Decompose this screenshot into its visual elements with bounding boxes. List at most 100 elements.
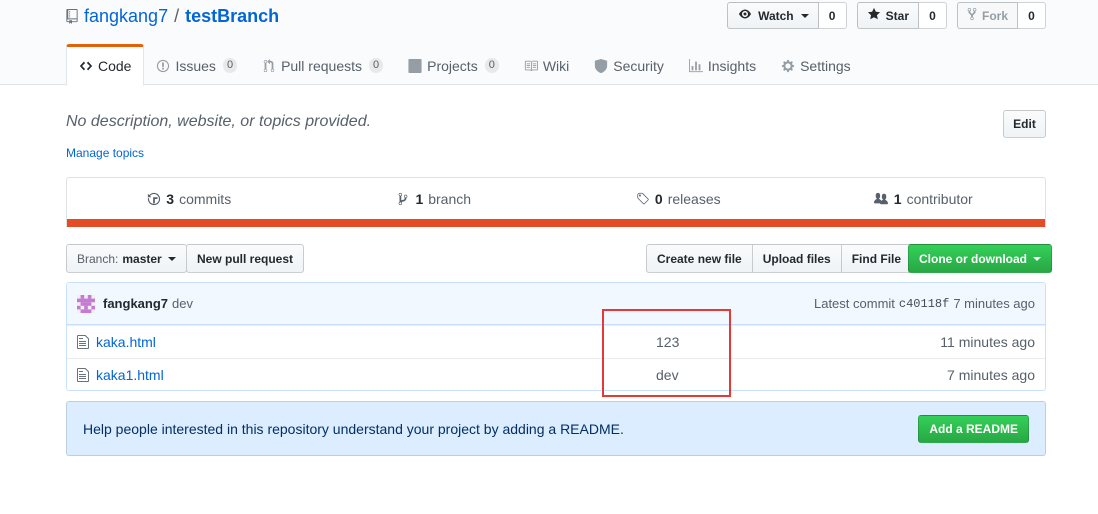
find-file-button[interactable]: Find File (840, 244, 913, 273)
tab-pull-requests[interactable]: Pull requests 0 (249, 44, 396, 85)
releases-count: 0 (654, 191, 663, 207)
new-pull-request-button[interactable]: New pull request (186, 244, 305, 273)
branch-select-button[interactable]: Branch: master (66, 244, 187, 273)
repo-name-link[interactable]: testBranch (185, 6, 279, 27)
eye-icon (737, 8, 753, 23)
add-readme-button[interactable]: Add a README (918, 414, 1029, 443)
tab-projects-label: Projects (427, 57, 478, 74)
commits-label: commits (179, 191, 232, 207)
language-bar[interactable] (67, 219, 1045, 227)
file-commit-message-link[interactable]: dev (656, 367, 679, 383)
tab-insights-label: Insights (707, 57, 757, 74)
graph-icon (688, 58, 703, 73)
contributors-link[interactable]: 1 contributor (801, 178, 1046, 220)
file-actions-group: Create new file Upload files Find File (646, 244, 913, 273)
table-row: kaka1.html dev 7 minutes ago (67, 358, 1045, 390)
clone-label: Clone or download (919, 251, 1027, 266)
readme-prompt: Help people interested in this repositor… (66, 401, 1046, 456)
watch-count[interactable]: 0 (818, 2, 847, 29)
file-age: 7 minutes ago (947, 367, 1035, 383)
pull-requests-counter: 0 (369, 58, 384, 73)
repo-summary: 3 commits 1 branch 0 releases 1 contribu… (66, 177, 1046, 227)
tab-code[interactable]: Code (66, 44, 145, 86)
repo-title-separator: / (174, 5, 180, 26)
repo-actions: Watch 0 Star 0 Fork 0 (727, 2, 1046, 29)
book-icon (524, 59, 538, 73)
tab-security-label: Security (613, 57, 664, 74)
contributors-count: 1 (893, 191, 902, 207)
fork-action: Fork 0 (956, 2, 1046, 29)
shield-icon (594, 58, 608, 73)
pull-request-icon (262, 58, 276, 73)
branches-link[interactable]: 1 branch (312, 178, 557, 220)
watch-button[interactable]: Watch (727, 2, 819, 29)
chevron-down-icon (800, 13, 809, 18)
chevron-down-icon (1033, 256, 1041, 261)
file-icon (77, 334, 91, 350)
watch-action: Watch 0 (727, 2, 847, 29)
clone-or-download-button[interactable]: Clone or download (908, 244, 1052, 273)
star-label: Star (885, 8, 909, 23)
star-icon (867, 7, 881, 24)
commit-message-link[interactable]: dev (172, 296, 193, 311)
file-age: 11 minutes ago (940, 334, 1035, 350)
branches-label: branch (428, 191, 472, 207)
branch-label: Branch: (77, 251, 119, 266)
file-name-link[interactable]: kaka1.html (96, 367, 296, 383)
edit-description-button[interactable]: Edit (1003, 110, 1046, 138)
tab-wiki-label: Wiki (542, 57, 570, 74)
tab-issues[interactable]: Issues 0 (143, 44, 250, 85)
gear-icon (781, 59, 795, 73)
file-table: fangkang7 dev Latest commit c40118f 7 mi… (66, 282, 1046, 391)
projects-counter: 0 (484, 58, 499, 73)
chevron-down-icon (167, 256, 176, 261)
commits-count: 3 (166, 191, 175, 207)
fork-count[interactable]: 0 (1018, 2, 1046, 29)
file-icon (77, 367, 91, 383)
fork-button[interactable]: Fork (956, 2, 1018, 29)
tag-icon (636, 192, 650, 206)
tab-projects[interactable]: Projects 0 (395, 44, 512, 85)
repo-title: fangkang7 / testBranch (66, 5, 279, 27)
project-icon (408, 58, 422, 73)
tab-code-label: Code (98, 58, 132, 74)
issues-counter: 0 (222, 58, 238, 73)
contributors-label: contributor (906, 191, 973, 207)
star-count[interactable]: 0 (918, 2, 947, 29)
commit-author-link[interactable]: fangkang7 (103, 296, 168, 311)
file-name-link[interactable]: kaka.html (96, 334, 296, 350)
commit-age: 7 minutes ago (953, 296, 1035, 311)
tab-insights[interactable]: Insights (676, 44, 769, 85)
repo-description: No description, website, or topics provi… (66, 113, 372, 130)
tab-wiki[interactable]: Wiki (511, 44, 582, 85)
history-icon (147, 192, 161, 206)
commit-meta: Latest commit c40118f 7 minutes ago (814, 296, 1035, 311)
commit-sha-link[interactable]: c40118f (899, 297, 949, 311)
releases-label: releases (667, 191, 721, 207)
tab-settings[interactable]: Settings (768, 44, 864, 85)
tab-security[interactable]: Security (581, 44, 677, 85)
repo-owner-link[interactable]: fangkang7 (84, 6, 168, 27)
avatar[interactable] (77, 294, 95, 313)
releases-link[interactable]: 0 releases (556, 178, 801, 220)
create-new-file-button[interactable]: Create new file (646, 244, 753, 273)
code-icon (79, 59, 93, 73)
star-button[interactable]: Star (856, 2, 919, 29)
file-commit-message-link[interactable]: 123 (656, 334, 679, 350)
star-action: Star 0 (856, 2, 947, 29)
fork-label: Fork (981, 8, 1008, 23)
branches-count: 1 (415, 191, 424, 207)
readme-prompt-text: Help people interested in this repositor… (83, 420, 624, 437)
commits-link[interactable]: 3 commits (67, 178, 312, 220)
manage-topics-link[interactable]: Manage topics (66, 146, 144, 160)
upload-files-button[interactable]: Upload files (751, 244, 842, 273)
latest-commit-bar: fangkang7 dev Latest commit c40118f 7 mi… (67, 283, 1045, 325)
tab-settings-label: Settings (800, 57, 851, 74)
repo-header: fangkang7 / testBranch Watch 0 Star 0 Fo… (0, 0, 1098, 86)
branch-icon (396, 192, 410, 206)
latest-commit-label: Latest commit (813, 296, 895, 311)
table-row: kaka.html 123 11 minutes ago (67, 325, 1045, 358)
tab-pull-requests-label: Pull requests (281, 57, 362, 74)
people-icon (873, 192, 889, 206)
watch-label: Watch (758, 8, 794, 23)
